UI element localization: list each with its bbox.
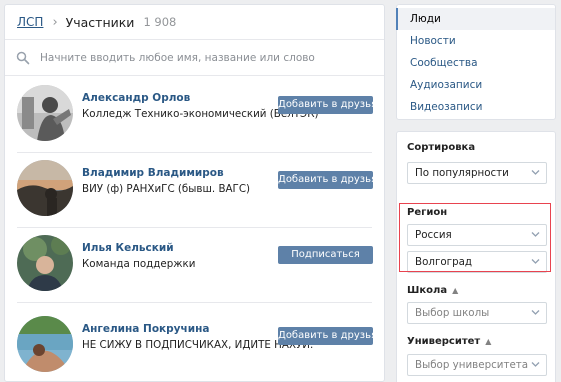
school-select[interactable]: Выбор школы [407, 302, 547, 324]
person-name[interactable]: Александр Орлов [82, 92, 190, 104]
avatar[interactable] [17, 235, 73, 291]
university-select[interactable]: Выбор университета [407, 354, 547, 376]
nav-item-communities[interactable]: Сообщества [397, 52, 555, 74]
school-label[interactable]: Школа ▲ [407, 285, 458, 296]
sort-select[interactable]: По популярности [407, 162, 547, 184]
members-count: 1 908 [143, 15, 177, 29]
subscribe-button[interactable]: Подписаться [278, 246, 373, 264]
school-select-placeholder: Выбор школы [415, 307, 490, 319]
page-title: Участники [65, 14, 135, 30]
nav-item-people[interactable]: Люди [396, 8, 555, 30]
add-friend-button[interactable]: Добавить в друзья [278, 327, 377, 345]
divider [17, 227, 372, 228]
avatar[interactable] [17, 160, 73, 216]
chevron-right-icon: › [52, 14, 58, 30]
sort-label: Сортировка [407, 142, 476, 153]
search-section-nav: Люди Новости Сообщества Аудиозаписи Виде… [396, 4, 556, 120]
search-input[interactable] [40, 51, 360, 64]
search-bar [5, 40, 384, 76]
nav-item-video[interactable]: Видеозаписи [397, 96, 555, 118]
add-friend-button[interactable]: Добавить в друзья [278, 171, 377, 189]
person-name[interactable]: Ангелина Покручина [82, 323, 209, 335]
list-item: Ангелина Покручина НЕ СИЖУ В ПОДПИСЧИКАХ… [5, 316, 384, 381]
breadcrumb: ЛСП › Участники 1 908 [5, 5, 384, 40]
list-item: Александр Орлов Колледж Технико-экономич… [5, 85, 384, 162]
university-label[interactable]: Университет ▲ [407, 336, 491, 347]
list-item: Владимир Владимиров ВИУ (ф) РАНХиГС (быв… [5, 160, 384, 237]
search-icon [16, 51, 30, 64]
chevron-down-icon [531, 170, 540, 175]
person-description: Команда поддержки [82, 258, 196, 270]
chevron-down-icon [531, 362, 540, 367]
divider [17, 152, 372, 153]
nav-item-audio[interactable]: Аудиозаписи [397, 74, 555, 96]
avatar[interactable] [17, 85, 73, 141]
breadcrumb-group-link[interactable]: ЛСП [17, 15, 43, 29]
add-friend-button[interactable]: Добавить в друзья [278, 96, 377, 114]
person-name[interactable]: Илья Кельский [82, 242, 174, 254]
nav-item-news[interactable]: Новости [397, 30, 555, 52]
members-panel: ЛСП › Участники 1 908 Александр Орлов Ко… [4, 4, 385, 382]
university-label-text: Университет [407, 336, 481, 347]
divider [17, 302, 372, 303]
caret-up-icon: ▲ [485, 337, 492, 346]
school-label-text: Школа [407, 285, 448, 296]
chevron-down-icon [531, 310, 540, 315]
caret-up-icon: ▲ [452, 286, 459, 295]
person-description: ВИУ (ф) РАНХиГС (бывш. ВАГС) [82, 183, 251, 195]
avatar[interactable] [17, 316, 73, 372]
list-item: Илья Кельский Команда поддержки Подписат… [5, 235, 384, 312]
sort-select-value: По популярности [415, 167, 509, 179]
person-name[interactable]: Владимир Владимиров [82, 167, 224, 179]
region-highlight-box [399, 203, 551, 272]
university-select-placeholder: Выбор университета [415, 359, 529, 371]
